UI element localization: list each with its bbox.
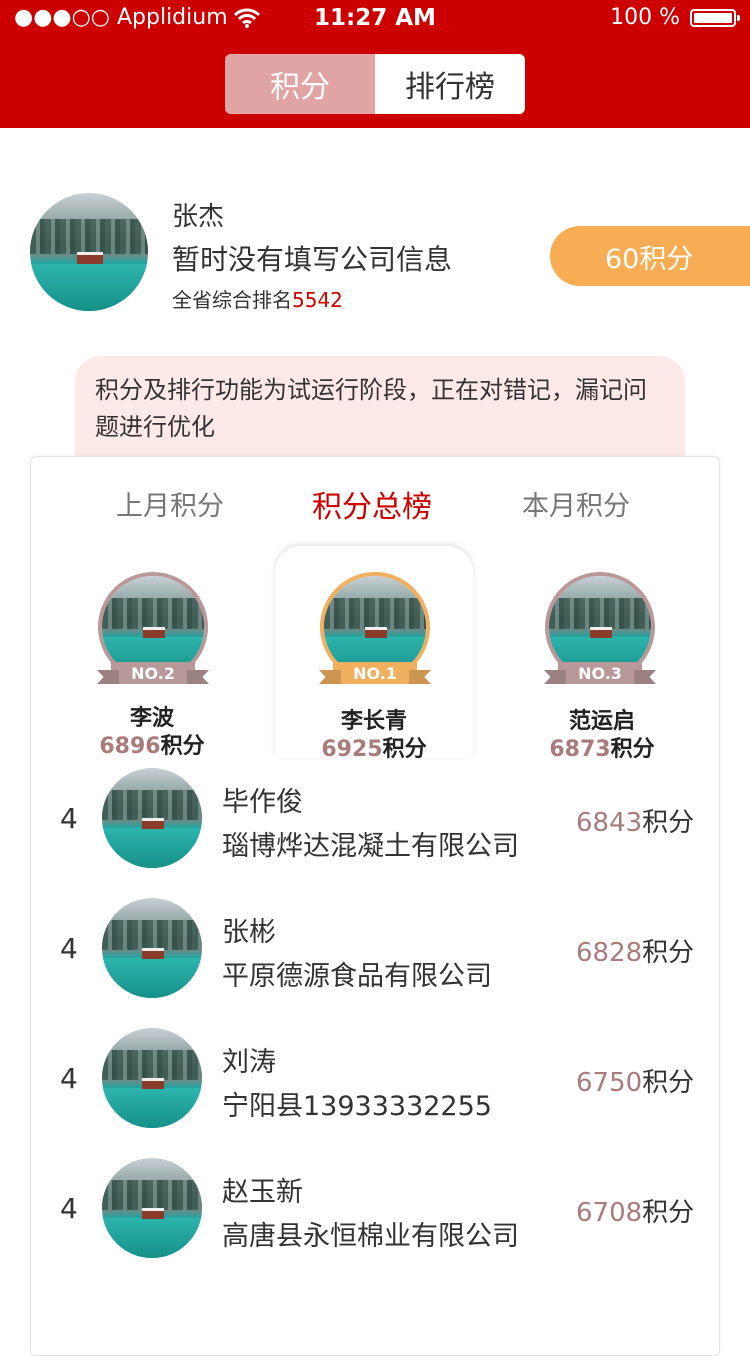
row-rank: 4 <box>60 1062 78 1095</box>
row-score: 6828积分 <box>576 932 694 969</box>
podium-third-badge: NO.3 <box>558 662 642 684</box>
tab-last-month[interactable]: 上月积分 <box>116 484 224 523</box>
row-company: 平原德源食品有限公司 <box>222 961 492 992</box>
podium-third-score: 6873积分 <box>522 731 682 763</box>
tab-total[interactable]: 积分总榜 <box>312 482 432 526</box>
row-name: 赵玉新 <box>222 1177 303 1208</box>
row-rank: 4 <box>60 1192 78 1225</box>
profile-rank: 全省综合排名5542 <box>172 284 343 313</box>
status-bar: ●●●○○ Applidium 11:27 AM 100 % <box>0 0 750 38</box>
podium-second-score-value: 6896 <box>99 734 161 759</box>
row-name: 毕作俊 <box>222 787 303 818</box>
tab-points[interactable]: 积分 <box>225 54 375 114</box>
row-score-value: 6708 <box>576 1198 643 1228</box>
podium-first-badge: NO.1 <box>333 662 417 684</box>
row-name: 刘涛 <box>222 1047 276 1078</box>
row-company: 高唐县永恒棉业有限公司 <box>222 1221 519 1252</box>
row-avatar <box>102 1028 202 1128</box>
row-avatar <box>102 898 202 998</box>
row-score-unit: 积分 <box>642 938 695 968</box>
row-rank: 4 <box>60 932 78 965</box>
row-company: 宁阳县13933332255 <box>222 1091 492 1122</box>
row-score-unit: 积分 <box>642 808 695 838</box>
row-score-unit: 积分 <box>642 1198 695 1228</box>
profile-company: 暂时没有填写公司信息 <box>172 243 453 276</box>
tab-leaderboard[interactable]: 排行榜 <box>375 54 525 114</box>
row-rank: 4 <box>60 802 78 835</box>
row-company: 瑙博烨达混凝土有限公司 <box>222 831 519 862</box>
row-score: 6843积分 <box>576 802 694 839</box>
podium-third-score-unit: 积分 <box>610 737 655 762</box>
notice-banner: 积分及排行功能为试运行阶段，正在对错记，漏记问题进行优化 <box>75 356 685 456</box>
profile-avatar[interactable] <box>30 193 148 311</box>
podium-second-badge: NO.2 <box>111 662 195 684</box>
battery-percent: 100 % <box>610 5 680 30</box>
row-name: 张彬 <box>222 917 276 948</box>
row-avatar <box>102 768 202 868</box>
tab-this-month[interactable]: 本月积分 <box>522 484 630 523</box>
row-score-value: 6828 <box>576 938 643 968</box>
row-score-unit: 积分 <box>642 1068 695 1098</box>
battery-icon <box>690 8 740 27</box>
row-score: 6750积分 <box>576 1062 694 1099</box>
podium-second-score: 6896积分 <box>72 728 232 760</box>
row-score-value: 6843 <box>576 808 643 838</box>
profile-name: 张杰 <box>172 202 225 232</box>
podium-second-score-unit: 积分 <box>160 734 205 759</box>
row-score-value: 6750 <box>576 1068 643 1098</box>
podium-first-score-unit: 积分 <box>382 737 427 762</box>
points-badge[interactable]: 60积分 <box>550 226 750 286</box>
podium-first-score: 6925积分 <box>294 731 454 763</box>
rank-value: 5542 <box>292 288 343 312</box>
row-avatar <box>102 1158 202 1258</box>
podium-third-score-value: 6873 <box>549 737 611 762</box>
segmented-control: 积分 排行榜 <box>225 54 525 114</box>
row-score: 6708积分 <box>576 1192 694 1229</box>
battery-group: 100 % <box>610 5 740 30</box>
rank-label: 全省综合排名 <box>172 288 292 312</box>
podium-first-score-value: 6925 <box>321 737 383 762</box>
